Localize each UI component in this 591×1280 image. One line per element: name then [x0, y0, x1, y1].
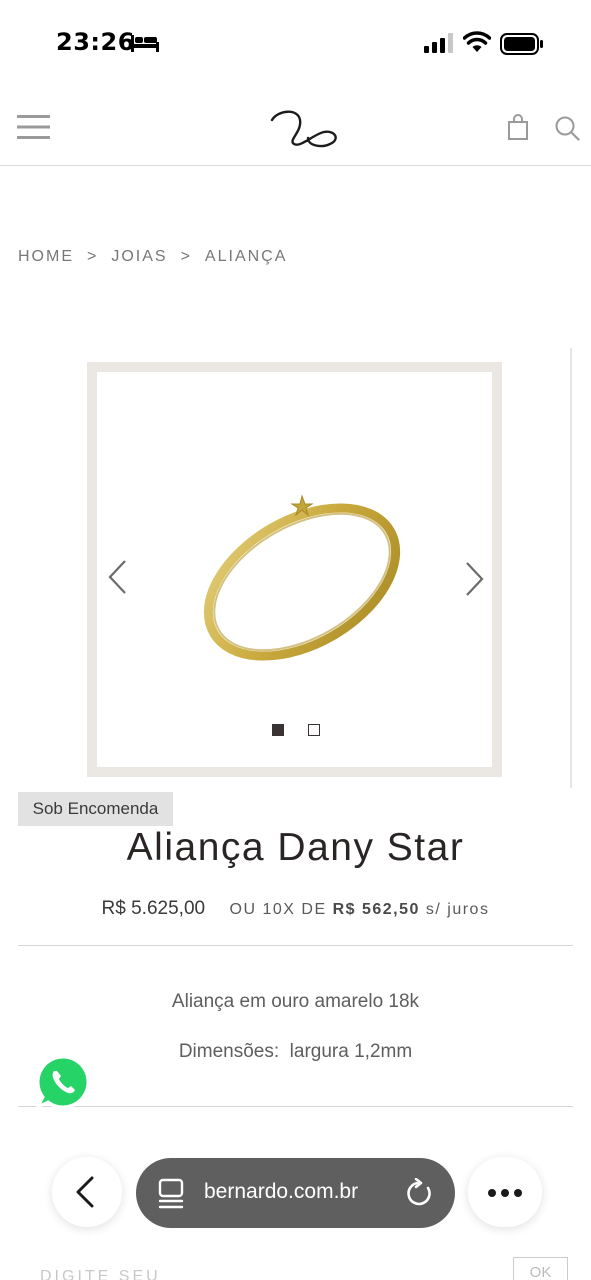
installment-value: R$ 562,50 [332, 901, 420, 918]
site-header [0, 88, 591, 166]
chevron-left-icon [76, 1176, 94, 1208]
tabs-icon[interactable] [158, 1177, 184, 1209]
reload-icon[interactable] [406, 1178, 434, 1208]
more-dots-icon [488, 1189, 522, 1197]
search-icon[interactable] [554, 115, 580, 141]
cellular-signal-icon [424, 33, 453, 53]
brand-logo-icon[interactable] [268, 108, 340, 148]
status-bar: 23:26 [0, 0, 591, 88]
status-time: 23:26 [56, 28, 135, 56]
product-image-carousel[interactable] [87, 362, 502, 777]
product-description-material: Aliança em ouro amarelo 18k [171, 991, 420, 1012]
newsletter-input-placeholder: DIGITE SEU [40, 1268, 161, 1280]
battery-icon [500, 33, 543, 55]
chevron-right-icon[interactable] [463, 560, 485, 598]
chevron-left-icon[interactable] [107, 558, 129, 596]
breadcrumb-home[interactable]: HOME [18, 248, 74, 266]
product-title: Aliança Dany Star [126, 826, 465, 869]
divider [18, 945, 573, 946]
divider [18, 1106, 573, 1107]
breadcrumb-joias[interactable]: JOIAS [111, 248, 167, 266]
bed-icon [131, 35, 159, 52]
gold-ring-image [203, 494, 401, 661]
browser-back-button[interactable] [52, 1157, 122, 1227]
hamburger-menu-icon[interactable] [17, 114, 51, 140]
carousel-dot-active[interactable] [272, 724, 284, 736]
breadcrumb-separator: > [180, 248, 192, 265]
product-price: R$ 5.625,00 [101, 898, 206, 919]
shopping-bag-icon[interactable] [507, 114, 529, 140]
whatsapp-icon[interactable] [33, 1052, 93, 1112]
url-text: bernardo.com.br [204, 1180, 359, 1203]
status-badge: Sob Encomenda [18, 792, 173, 826]
wifi-icon [463, 31, 491, 52]
browser-more-button[interactable] [468, 1157, 542, 1227]
installment-suffix: s/ juros [425, 901, 490, 918]
breadcrumb-separator: > [87, 248, 99, 265]
scroll-indicator [570, 348, 572, 788]
installments-info: OU 10X DE R$ 562,50 s/ juros [230, 901, 490, 918]
breadcrumb-alianca[interactable]: ALIANÇA [205, 248, 287, 266]
breadcrumb: HOME > JOIAS > ALIANÇA [18, 248, 287, 266]
price-row: R$ 5.625,00 OU 10X DE R$ 562,50 s/ juros [0, 898, 591, 920]
carousel-dot[interactable] [308, 724, 320, 736]
browser-url-bar[interactable]: bernardo.com.br [136, 1158, 455, 1228]
installment-prefix: OU 10X DE [229, 901, 327, 918]
newsletter-ok-button[interactable]: OK [513, 1257, 568, 1280]
carousel-dots [272, 724, 320, 736]
